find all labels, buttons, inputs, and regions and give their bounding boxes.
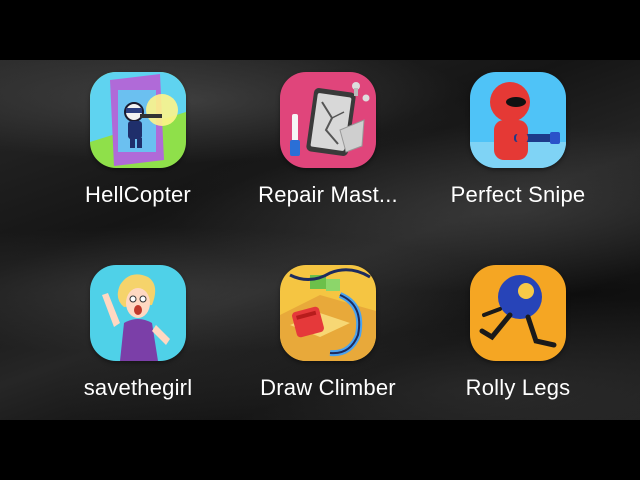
draw-climber-icon[interactable] [280,265,376,361]
hellcopter-icon[interactable] [90,72,186,168]
app-save-the-girl[interactable]: savethegirl [43,265,233,401]
app-repair-master[interactable]: Repair Mast... [233,72,423,208]
app-label: Perfect Snipe [450,182,586,207]
save-the-girl-icon[interactable] [90,265,186,361]
app-rolly-legs[interactable]: Rolly Legs [423,265,613,401]
app-draw-climber[interactable]: Draw Climber [233,265,423,401]
perfect-snipe-icon[interactable] [470,72,566,168]
app-label: Draw Climber [260,375,396,400]
app-hellcopter[interactable]: HellCopter [43,72,233,208]
home-screen: HellCopter Repair Mast... Perfect Snipe … [0,60,640,420]
repair-master-icon[interactable] [280,72,376,168]
app-label: savethegirl [83,375,193,400]
app-label: Repair Mast... [258,182,398,207]
app-label: HellCopter [85,182,191,207]
rolly-legs-icon[interactable] [470,265,566,361]
app-label: Rolly Legs [465,375,571,400]
app-perfect-snipe[interactable]: Perfect Snipe [423,72,613,208]
